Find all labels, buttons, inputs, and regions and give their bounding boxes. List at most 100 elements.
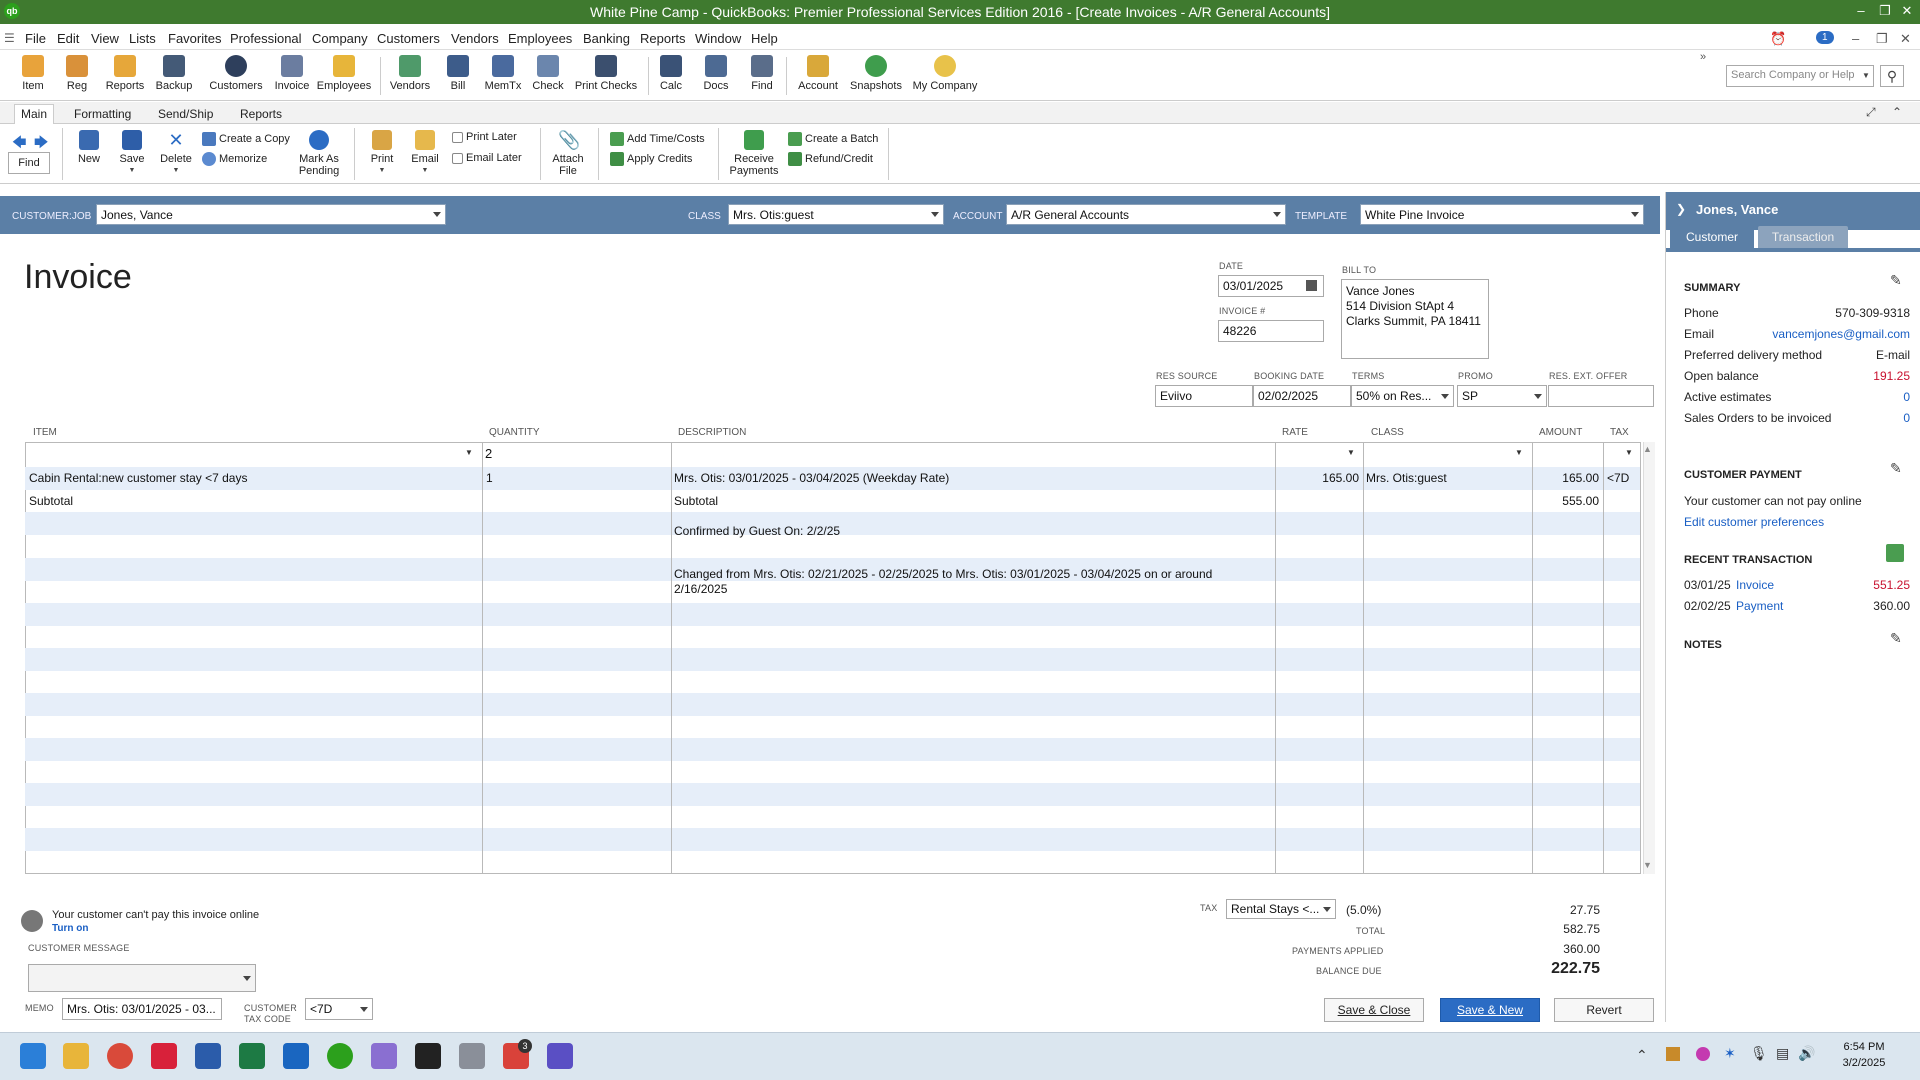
clock-date[interactable]: 3/2/2025 xyxy=(1834,1057,1894,1069)
line-quantity[interactable]: 1 xyxy=(486,471,493,485)
rate-dropdown-icon[interactable]: ▼ xyxy=(1347,448,1355,457)
menu-professional[interactable]: Professional xyxy=(230,31,302,46)
open-balance-value[interactable]: 191.25 xyxy=(1816,369,1910,383)
clock-time[interactable]: 6:54 PM xyxy=(1834,1041,1894,1053)
alarm-icon[interactable]: ⏰ xyxy=(1770,31,1786,47)
edit-pencil-icon[interactable]: ✎ xyxy=(1890,630,1902,647)
iconbar-vendors[interactable]: Vendors xyxy=(388,55,432,92)
save-button[interactable]: Save ▼ xyxy=(116,130,148,177)
tax-item-select[interactable]: Rental Stays <... xyxy=(1226,899,1336,919)
bluetooth-icon[interactable]: ✶ xyxy=(1724,1045,1736,1062)
find-button[interactable]: Find xyxy=(8,152,50,174)
line-description[interactable]: Subtotal xyxy=(674,494,718,508)
create-batch-button[interactable]: Create a Batch xyxy=(788,132,878,146)
menu-reports[interactable]: Reports xyxy=(640,31,686,46)
email-link[interactable]: vancemjones@gmail.com xyxy=(1726,327,1910,341)
iconbar-calc[interactable]: Calc xyxy=(656,55,686,92)
iconbar-backup[interactable]: Backup xyxy=(154,55,194,92)
menu-company[interactable]: Company xyxy=(312,31,368,46)
outlook-icon[interactable] xyxy=(283,1043,309,1069)
edit-pencil-icon[interactable]: ✎ xyxy=(1890,272,1902,289)
search-icon[interactable]: ⚲ xyxy=(1880,65,1904,87)
start-icon[interactable] xyxy=(20,1043,46,1069)
recent-transaction-type-link[interactable]: Invoice xyxy=(1736,578,1774,592)
column-header-amount[interactable]: AMOUNT xyxy=(1539,427,1582,438)
line-item-name[interactable]: Subtotal xyxy=(29,494,73,508)
volume-icon[interactable]: 🔊 xyxy=(1798,1045,1815,1062)
search-input[interactable]: Search Company or Help xyxy=(1726,65,1874,87)
tray-app-icon[interactable] xyxy=(1666,1047,1680,1061)
promo-select[interactable]: SP xyxy=(1457,385,1547,407)
revert-button[interactable]: Revert xyxy=(1554,998,1654,1022)
minimize-icon[interactable]: – xyxy=(1850,2,1872,20)
iconbar-bill[interactable]: Bill xyxy=(445,55,471,92)
alert-badge[interactable]: 1 xyxy=(1816,31,1834,44)
booking-date-field[interactable]: 02/02/2025 xyxy=(1253,385,1351,407)
create-copy-button[interactable]: Create a Copy xyxy=(202,132,290,146)
iconbar-check[interactable]: Check xyxy=(532,55,564,92)
email-button[interactable]: Email ▼ xyxy=(408,130,442,177)
template-select[interactable]: White Pine Invoice xyxy=(1360,204,1644,225)
scroll-down-icon[interactable]: ▼ xyxy=(1643,860,1652,870)
menu-lists[interactable]: Lists xyxy=(129,31,156,46)
turn-on-link[interactable]: Turn on xyxy=(52,923,88,934)
close-icon[interactable]: ✕ xyxy=(1896,2,1918,20)
restore-icon[interactable]: ❐ xyxy=(1874,2,1896,20)
menu-window[interactable]: Window xyxy=(695,31,741,46)
column-header-rate[interactable]: RATE xyxy=(1282,427,1308,438)
expand-icon[interactable]: » xyxy=(1700,51,1706,63)
mark-pending-button[interactable]: Mark As Pending xyxy=(296,130,342,177)
menu-favorites[interactable]: Favorites xyxy=(168,31,221,46)
delete-button[interactable]: ✕ Delete ▼ xyxy=(158,130,194,177)
doc-close-icon[interactable]: ✕ xyxy=(1900,31,1911,47)
qb-assistant-icon[interactable] xyxy=(547,1043,573,1069)
grid-scrollbar[interactable] xyxy=(1643,442,1655,874)
iconbar-find[interactable]: Find xyxy=(748,55,776,92)
microphone-icon[interactable]: 🎙 xyxy=(1750,1045,1768,1062)
column-header-item[interactable]: ITEM xyxy=(33,427,57,438)
iconbar-docs[interactable]: Docs xyxy=(700,55,732,92)
add-time-costs-button[interactable]: Add Time/Costs xyxy=(610,132,705,146)
receive-payments-button[interactable]: Receive Payments xyxy=(728,130,780,177)
search-dropdown-icon[interactable]: ▼ xyxy=(1862,65,1874,87)
memo-field[interactable]: Mrs. Otis: 03/01/2025 - 03... xyxy=(62,998,222,1020)
menu-vendors[interactable]: Vendors xyxy=(451,31,499,46)
tab-main[interactable]: Main xyxy=(14,104,55,125)
quantity-edit-input[interactable]: 2 xyxy=(485,446,492,461)
iconbar-customers[interactable]: Customers xyxy=(208,55,264,92)
refund-credit-button[interactable]: Refund/Credit xyxy=(788,152,873,166)
recent-transaction-type-link[interactable]: Payment xyxy=(1736,599,1783,613)
tax-dropdown-icon[interactable]: ▼ xyxy=(1625,448,1633,457)
line-description[interactable]: Mrs. Otis: 03/01/2025 - 03/04/2025 (Week… xyxy=(674,471,949,485)
quick-report-icon[interactable] xyxy=(1886,544,1904,562)
iconbar-my-company[interactable]: My Company xyxy=(910,55,980,92)
iconbar-memtx[interactable]: MemTx xyxy=(484,55,522,92)
iconbar-snapshots[interactable]: Snapshots xyxy=(846,55,906,92)
app-menu-icon[interactable]: ☰ xyxy=(4,31,15,45)
line-amount[interactable]: 555.00 xyxy=(1535,494,1599,508)
tab-formatting[interactable]: Formatting xyxy=(68,105,137,123)
chrome-icon[interactable] xyxy=(107,1043,133,1069)
iconbar-print-checks[interactable]: Print Checks xyxy=(574,55,638,92)
class-select[interactable]: Mrs. Otis:guest xyxy=(728,204,944,225)
item-dropdown-icon[interactable]: ▼ xyxy=(465,448,473,457)
excel-icon[interactable] xyxy=(239,1043,265,1069)
column-header-quantity[interactable]: QUANTITY xyxy=(489,427,540,438)
fullscreen-icon[interactable]: ⤢ xyxy=(1866,105,1876,120)
collapse-ribbon-icon[interactable]: ⌃ xyxy=(1892,105,1902,119)
print-button[interactable]: Print ▼ xyxy=(366,130,398,177)
printer-app-icon[interactable] xyxy=(459,1043,485,1069)
save-close-button[interactable]: Save & Close xyxy=(1324,998,1424,1022)
attach-file-button[interactable]: 📎 Attach File xyxy=(550,130,586,177)
doc-restore-icon[interactable]: ❐ xyxy=(1876,31,1888,47)
line-description[interactable]: Confirmed by Guest On: 2/2/25 xyxy=(674,524,840,538)
iconbar-reg[interactable]: Reg xyxy=(64,55,90,92)
line-item-name[interactable]: Cabin Rental:new customer stay <7 days xyxy=(29,471,247,485)
snipping-tool-icon[interactable] xyxy=(371,1043,397,1069)
doc-minimize-icon[interactable]: – xyxy=(1852,31,1859,46)
line-rate[interactable]: 165.00 xyxy=(1279,471,1359,485)
res-source-field[interactable]: Eviivo xyxy=(1155,385,1253,407)
line-description[interactable]: Changed from Mrs. Otis: 02/21/2025 - 02/… xyxy=(674,567,1212,581)
customer-message-select[interactable] xyxy=(28,964,256,992)
menu-customers[interactable]: Customers xyxy=(377,31,440,46)
